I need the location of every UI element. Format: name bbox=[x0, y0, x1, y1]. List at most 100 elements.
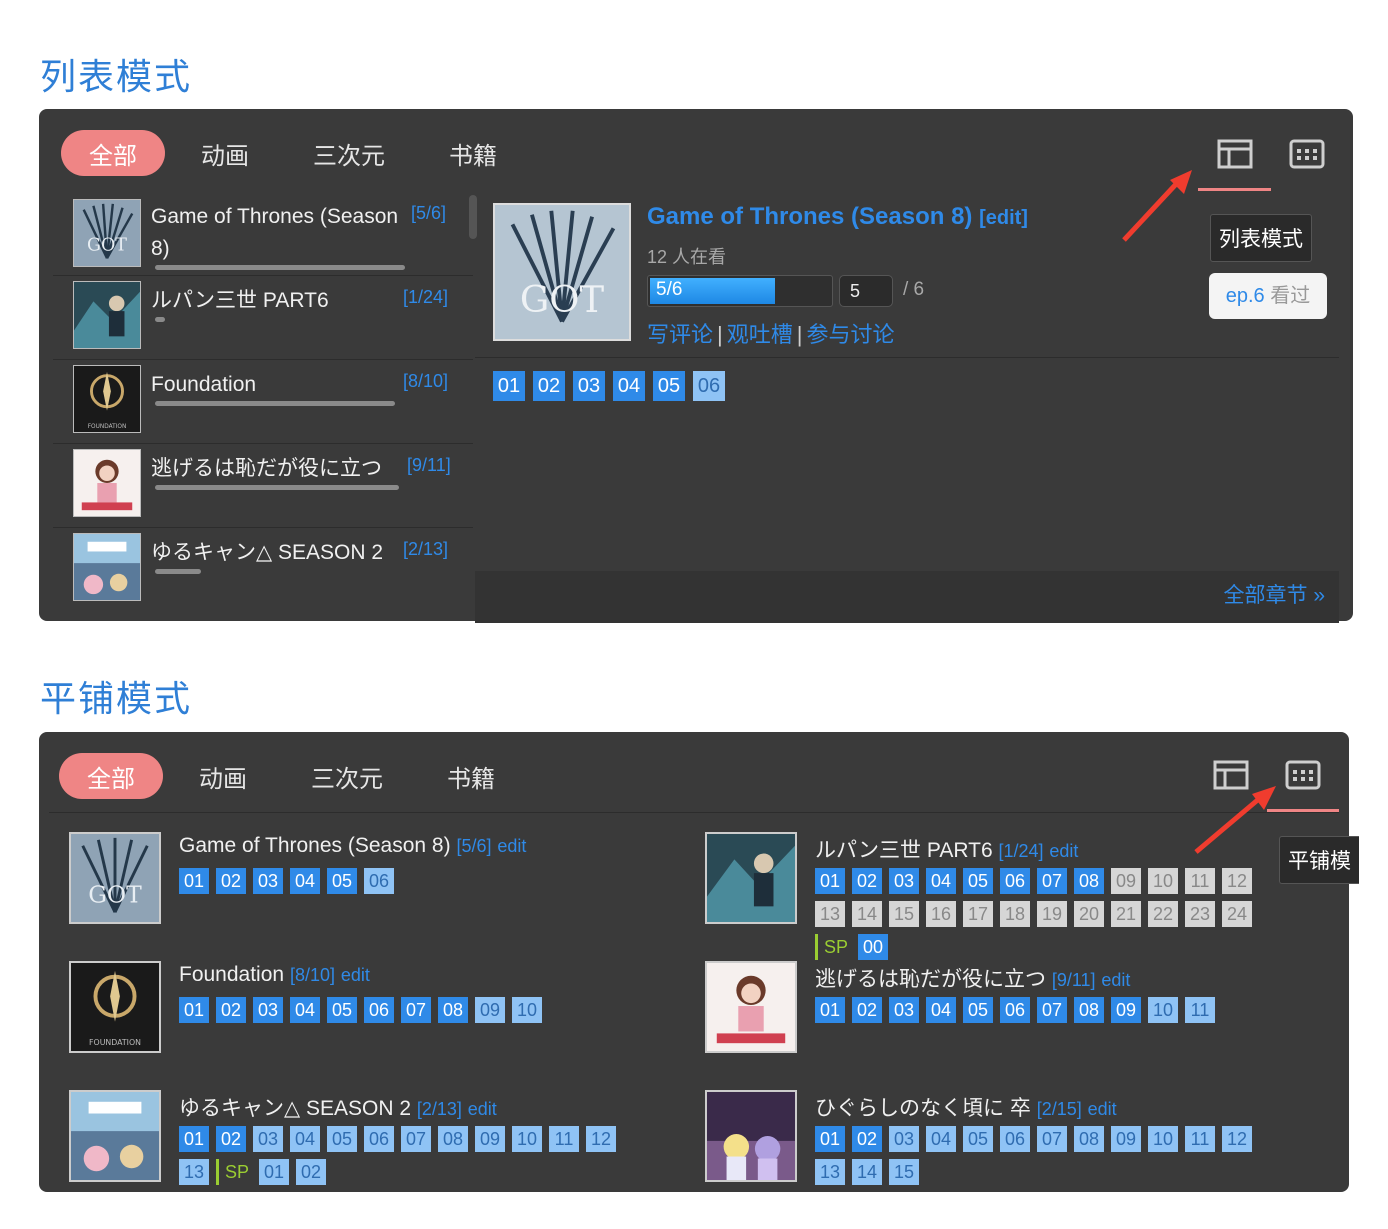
episode-chip[interactable]: 07 bbox=[401, 1126, 431, 1152]
episode-chip[interactable]: 13 bbox=[815, 1159, 845, 1185]
episode-chip[interactable]: 04 bbox=[290, 997, 320, 1023]
episode-chip[interactable]: 12 bbox=[1222, 868, 1252, 894]
episode-chip[interactable]: 06 bbox=[364, 868, 394, 894]
episode-chip[interactable]: 09 bbox=[1111, 1126, 1141, 1152]
item-title[interactable]: 逃げるは恥だが役に立つ bbox=[151, 453, 411, 485]
episode-chip[interactable]: 06 bbox=[693, 371, 725, 401]
item-title[interactable]: ルパン三世 PART6 bbox=[151, 285, 401, 317]
sp-episode-chip[interactable]: 01 bbox=[259, 1159, 290, 1185]
view-comments-link[interactable]: 观吐槽 bbox=[727, 322, 793, 347]
sp-episode-chip[interactable]: 00 bbox=[858, 934, 889, 960]
episode-chip[interactable]: 04 bbox=[926, 868, 956, 894]
episode-chip[interactable]: 08 bbox=[1074, 868, 1104, 894]
grid-mode-button[interactable] bbox=[1285, 760, 1321, 790]
episode-chip[interactable]: 07 bbox=[1037, 1126, 1067, 1152]
all-chapters-link[interactable]: 全部章节 » bbox=[1223, 579, 1325, 609]
episode-chip[interactable]: 05 bbox=[327, 868, 357, 894]
list-mode-button[interactable] bbox=[1217, 139, 1253, 169]
episode-chip[interactable]: 06 bbox=[1000, 997, 1030, 1023]
grid-mode-button[interactable] bbox=[1289, 139, 1325, 169]
episode-chip[interactable]: 09 bbox=[1111, 868, 1141, 894]
episode-chip[interactable]: 15 bbox=[889, 901, 919, 927]
write-review-link[interactable]: 写评论 bbox=[647, 322, 713, 347]
episode-chip[interactable]: 10 bbox=[1148, 868, 1178, 894]
episode-chip[interactable]: 10 bbox=[512, 997, 542, 1023]
tab-real[interactable]: 三次元 bbox=[285, 130, 413, 176]
episode-chip[interactable]: 06 bbox=[364, 997, 394, 1023]
item-title[interactable]: Foundation bbox=[151, 369, 401, 401]
episode-chip[interactable]: 23 bbox=[1185, 901, 1215, 927]
list-item[interactable]: GOT Game of Thrones (Season 8) [5/6] bbox=[53, 193, 473, 276]
card-title[interactable]: Foundation bbox=[179, 963, 284, 986]
grid-card[interactable]: ひぐらしのなく頃に 卒 [2/15] edit 01 02 03 04 05 06 07 08 0… bbox=[705, 1090, 1305, 1192]
episode-chip[interactable]: 01 bbox=[179, 997, 209, 1023]
episode-chip[interactable]: 22 bbox=[1148, 901, 1178, 927]
episode-chip[interactable]: 02 bbox=[216, 868, 246, 894]
episode-chip[interactable]: 02 bbox=[533, 371, 565, 401]
episode-chip[interactable]: 05 bbox=[963, 868, 993, 894]
mark-episode-watched-button[interactable]: ep.6 看过 bbox=[1209, 273, 1327, 319]
episode-chip[interactable]: 24 bbox=[1222, 901, 1252, 927]
episode-chip[interactable]: 08 bbox=[438, 997, 468, 1023]
episode-chip[interactable]: 11 bbox=[1185, 1126, 1215, 1152]
edit-link[interactable]: edit bbox=[1049, 841, 1078, 861]
episode-chip[interactable]: 08 bbox=[1074, 1126, 1104, 1152]
grid-card[interactable]: GOT Game of Thrones (Season 8) [5/6] edit… bbox=[69, 832, 669, 952]
edit-link[interactable]: edit bbox=[1088, 1099, 1117, 1119]
episode-chip[interactable]: 21 bbox=[1111, 901, 1141, 927]
episode-chip[interactable]: 05 bbox=[327, 997, 357, 1023]
episode-chip[interactable]: 08 bbox=[1074, 997, 1104, 1023]
list-item[interactable]: 逃げるは恥だが役に立つ [9/11] bbox=[53, 445, 473, 528]
episode-chip[interactable]: 01 bbox=[179, 1126, 209, 1152]
grid-card[interactable]: ゆるキャン△ SEASON 2 [2/13] edit 01 02 03 04 05 06 0… bbox=[69, 1090, 669, 1192]
episode-chip[interactable]: 01 bbox=[179, 868, 209, 894]
episode-chip[interactable]: 03 bbox=[889, 1126, 919, 1152]
tab-anime[interactable]: 动画 bbox=[173, 130, 277, 176]
episode-chip[interactable]: 17 bbox=[963, 901, 993, 927]
episode-chip[interactable]: 18 bbox=[1000, 901, 1030, 927]
episode-chip[interactable]: 12 bbox=[586, 1126, 616, 1152]
episode-chip[interactable]: 03 bbox=[253, 868, 283, 894]
tab-books[interactable]: 书籍 bbox=[419, 753, 523, 799]
card-title[interactable]: ゆるキャン△ SEASON 2 bbox=[179, 1097, 411, 1120]
detail-title[interactable]: Game of Thrones (Season 8) [edit] bbox=[647, 203, 1028, 231]
episode-chip[interactable]: 04 bbox=[290, 868, 320, 894]
episode-chip[interactable]: 11 bbox=[549, 1126, 579, 1152]
episode-chip[interactable]: 14 bbox=[852, 901, 882, 927]
episode-chip[interactable]: 07 bbox=[1037, 868, 1067, 894]
episode-chip[interactable]: 04 bbox=[926, 1126, 956, 1152]
episode-chip[interactable]: 11 bbox=[1185, 997, 1215, 1023]
edit-link[interactable]: edit bbox=[468, 1099, 497, 1119]
episode-chip[interactable]: 11 bbox=[1185, 868, 1215, 894]
episode-chip[interactable]: 02 bbox=[852, 868, 882, 894]
episode-chip[interactable]: 13 bbox=[815, 901, 845, 927]
card-title[interactable]: 逃げるは恥だが役に立つ bbox=[815, 968, 1046, 991]
episode-chip[interactable]: 13 bbox=[179, 1159, 209, 1185]
edit-link[interactable]: edit bbox=[341, 965, 370, 985]
episode-chip[interactable]: 09 bbox=[475, 997, 505, 1023]
list-item[interactable]: ルパン三世 PART6 [1/24] bbox=[53, 277, 473, 360]
episode-chip[interactable]: 04 bbox=[613, 371, 645, 401]
episode-chip[interactable]: 19 bbox=[1037, 901, 1067, 927]
episode-chip[interactable]: 05 bbox=[963, 997, 993, 1023]
episode-chip[interactable]: 05 bbox=[963, 1126, 993, 1152]
card-title[interactable]: Game of Thrones (Season 8) bbox=[179, 834, 451, 857]
episode-chip[interactable]: 03 bbox=[253, 997, 283, 1023]
tab-books[interactable]: 书籍 bbox=[421, 130, 525, 176]
episode-chip[interactable]: 01 bbox=[815, 868, 845, 894]
edit-link[interactable]: edit bbox=[1101, 970, 1130, 990]
episode-chip[interactable]: 02 bbox=[852, 997, 882, 1023]
episode-chip[interactable]: 04 bbox=[926, 997, 956, 1023]
episode-chip[interactable]: 09 bbox=[1111, 997, 1141, 1023]
tab-all[interactable]: 全部 bbox=[61, 130, 165, 176]
list-item[interactable]: ゆるキャン△ SEASON 2 [2/13] bbox=[53, 529, 473, 609]
card-title[interactable]: ひぐらしのなく頃に 卒 bbox=[815, 1097, 1031, 1120]
edit-link[interactable]: [edit] bbox=[979, 207, 1028, 229]
tab-real[interactable]: 三次元 bbox=[283, 753, 411, 799]
episode-chip[interactable]: 14 bbox=[852, 1159, 882, 1185]
episode-chip[interactable]: 09 bbox=[475, 1126, 505, 1152]
episode-chip[interactable]: 01 bbox=[815, 1126, 845, 1152]
episode-chip[interactable]: 03 bbox=[573, 371, 605, 401]
tab-anime[interactable]: 动画 bbox=[171, 753, 275, 799]
episode-chip[interactable]: 06 bbox=[1000, 868, 1030, 894]
